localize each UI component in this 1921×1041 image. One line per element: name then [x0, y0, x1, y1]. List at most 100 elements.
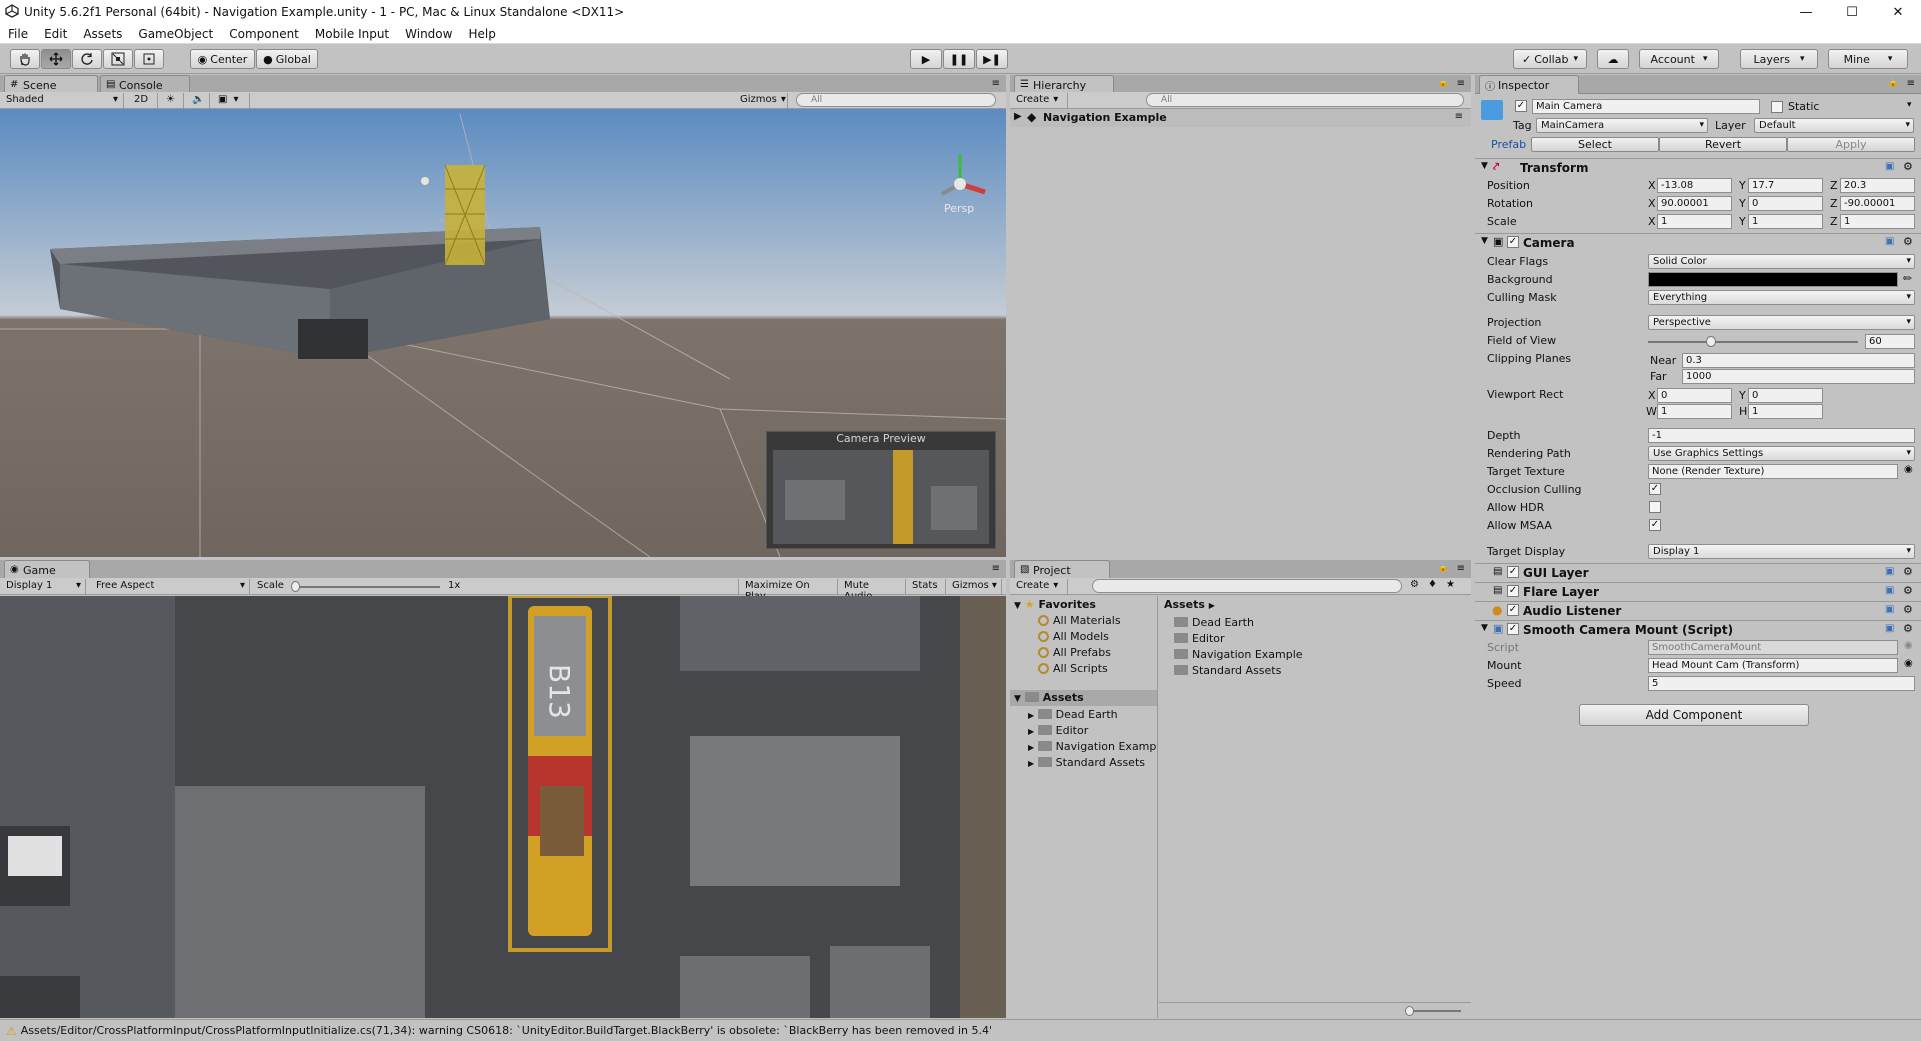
effects-dropdown[interactable]: ▣ ▾ [212, 93, 250, 108]
play-button[interactable]: ▶ [910, 49, 942, 69]
prefab-revert-button[interactable]: Revert [1659, 137, 1787, 152]
asset-item[interactable]: Dead Earth [1174, 616, 1254, 629]
asset-tree-item[interactable]: ▶ Navigation Examp [1028, 740, 1156, 753]
filter-label-icon[interactable]: ♦ [1428, 579, 1437, 590]
add-component-button[interactable]: Add Component [1579, 704, 1809, 726]
transform-header[interactable]: ▼ ⤤ Transform ▣ ⚙ [1475, 158, 1921, 176]
scale-x-field[interactable]: 1 [1657, 214, 1732, 229]
project-search-input[interactable] [1092, 579, 1402, 593]
help-book-icon[interactable]: ▣ [1885, 161, 1894, 172]
gear-icon[interactable]: ⚙ [1903, 160, 1913, 173]
hand-tool-button[interactable] [10, 49, 40, 69]
account-dropdown[interactable]: Account ▾ [1639, 49, 1719, 69]
panel-menu-icon[interactable]: ≡ [1907, 78, 1915, 89]
menu-component[interactable]: Component [221, 27, 307, 41]
asset-item[interactable]: Standard Assets [1174, 664, 1281, 677]
occlusion-culling-checkbox[interactable]: ✓ [1649, 483, 1661, 495]
viewport-w-field[interactable]: 1 [1657, 404, 1732, 419]
scale-slider[interactable] [294, 586, 440, 588]
position-y-field[interactable]: 17.7 [1748, 178, 1823, 193]
fav-item[interactable]: All Scripts [1038, 662, 1108, 675]
pause-button[interactable]: ❚❚ [943, 49, 975, 69]
position-z-field[interactable]: 20.3 [1840, 178, 1915, 193]
maximize-on-play-toggle[interactable]: Maximize On Play [738, 579, 838, 602]
menu-mobile-input[interactable]: Mobile Input [307, 27, 397, 41]
allow-msaa-checkbox[interactable]: ✓ [1649, 519, 1661, 531]
near-field[interactable]: 0.3 [1682, 353, 1915, 368]
shading-mode-dropdown[interactable]: Shaded ▾ [0, 93, 124, 108]
filter-type-icon[interactable]: ⚙ [1410, 579, 1419, 590]
target-display-dropdown[interactable]: Display 1 [1648, 544, 1915, 559]
background-color-field[interactable] [1648, 272, 1898, 287]
lock-icon[interactable]: 🔒 [1438, 78, 1449, 88]
scale-z-field[interactable]: 1 [1840, 214, 1915, 229]
close-button[interactable]: ✕ [1875, 0, 1921, 24]
menu-gameobject[interactable]: GameObject [130, 27, 221, 41]
asset-tree-item[interactable]: ▶ Dead Earth [1028, 708, 1118, 721]
lock-icon[interactable]: 🔒 [1438, 563, 1449, 573]
menu-file[interactable]: File [0, 27, 36, 41]
target-texture-field[interactable]: None (Render Texture) [1648, 464, 1898, 479]
mute-audio-toggle[interactable]: Mute Audio [838, 579, 906, 602]
flare-layer-checkbox[interactable]: ✓ [1507, 585, 1519, 597]
stats-toggle[interactable]: Stats [906, 579, 946, 594]
prefab-select-button[interactable]: Select [1531, 137, 1659, 152]
menu-assets[interactable]: Assets [75, 27, 130, 41]
help-book-icon[interactable]: ▣ [1885, 623, 1894, 634]
star-icon[interactable]: ★ [1446, 579, 1455, 590]
gui-layer-header[interactable]: ▤ ✓ GUI Layer ▣ ⚙ [1475, 563, 1921, 581]
fav-item[interactable]: All Models [1038, 630, 1109, 643]
position-x-field[interactable]: -13.08 [1657, 178, 1732, 193]
icon-size-slider[interactable] [1409, 1010, 1461, 1012]
gear-icon[interactable]: ⚙ [1903, 603, 1913, 616]
asset-item[interactable]: Navigation Example [1174, 648, 1303, 661]
asset-tree-item[interactable]: ▶ Editor [1028, 724, 1088, 737]
object-picker-icon[interactable]: ◉ [1904, 464, 1913, 475]
display-dropdown[interactable]: Display 1 ▾ [0, 579, 86, 594]
asset-tree-item[interactable]: ▶ Standard Assets [1028, 756, 1145, 769]
help-book-icon[interactable]: ▣ [1885, 236, 1894, 247]
persp-label[interactable]: Persp [944, 202, 974, 215]
gear-icon[interactable]: ⚙ [1903, 622, 1913, 635]
panel-menu-icon[interactable]: ≡ [992, 563, 1000, 574]
game-gizmos-dropdown[interactable]: Gizmos ▾ [946, 579, 1002, 594]
viewport-y-field[interactable]: 0 [1748, 388, 1823, 403]
asset-item[interactable]: Editor [1174, 632, 1225, 645]
gear-icon[interactable]: ⚙ [1903, 565, 1913, 578]
allow-hdr-checkbox[interactable] [1649, 501, 1661, 513]
game-viewport[interactable]: B13 [0, 596, 1006, 1018]
rotation-z-field[interactable]: -90.00001 [1840, 196, 1915, 211]
status-bar[interactable]: ⚠ Assets/Editor/CrossPlatformInput/Cross… [0, 1019, 1921, 1041]
tab-inspector[interactable]: ⓘ Inspector [1479, 75, 1579, 94]
rect-tool-button[interactable] [134, 49, 164, 69]
camera-header[interactable]: ▼ ▣ ✓ Camera ▣ ⚙ [1475, 233, 1921, 251]
tab-project[interactable]: ▧ Project [1014, 560, 1110, 579]
scale-slider-thumb[interactable] [291, 581, 300, 592]
2d-toggle[interactable]: 2D [128, 93, 158, 108]
favorites-row[interactable]: ▼ ★ Favorites [1014, 598, 1096, 611]
audio-listener-checkbox[interactable]: ✓ [1507, 604, 1519, 616]
chevron-down-icon[interactable]: ▾ [1907, 100, 1912, 110]
minimize-button[interactable]: — [1783, 0, 1829, 24]
assets-root-row[interactable]: ▼ Assets [1010, 690, 1157, 706]
hierarchy-create-dropdown[interactable]: Create ▾ [1010, 93, 1068, 108]
help-book-icon[interactable]: ▣ [1885, 585, 1894, 596]
gear-icon[interactable]: ⚙ [1903, 235, 1913, 248]
layout-dropdown[interactable]: Mine ▾ [1828, 49, 1908, 69]
pivot-global-button[interactable]: ● Global [256, 49, 318, 69]
fov-field[interactable]: 60 [1865, 334, 1915, 349]
speed-field[interactable]: 5 [1648, 676, 1915, 691]
flare-layer-header[interactable]: ▤ ✓ Flare Layer ▣ ⚙ [1475, 582, 1921, 600]
viewport-h-field[interactable]: 1 [1748, 404, 1823, 419]
menu-window[interactable]: Window [397, 27, 460, 41]
panel-menu-icon[interactable]: ≡ [1457, 563, 1465, 574]
gear-icon[interactable]: ⚙ [1903, 584, 1913, 597]
expand-arrow-icon[interactable]: ▶ [1014, 111, 1022, 122]
help-book-icon[interactable]: ▣ [1885, 604, 1894, 615]
step-button[interactable]: ▶❚ [976, 49, 1008, 69]
rotation-y-field[interactable]: 0 [1748, 196, 1823, 211]
collab-dropdown[interactable]: ✓ Collab ▾ [1513, 49, 1587, 69]
layers-dropdown[interactable]: Layers ▾ [1740, 49, 1818, 69]
culling-mask-dropdown[interactable]: Everything [1648, 290, 1915, 305]
object-name-field[interactable]: Main Camera [1532, 99, 1760, 114]
